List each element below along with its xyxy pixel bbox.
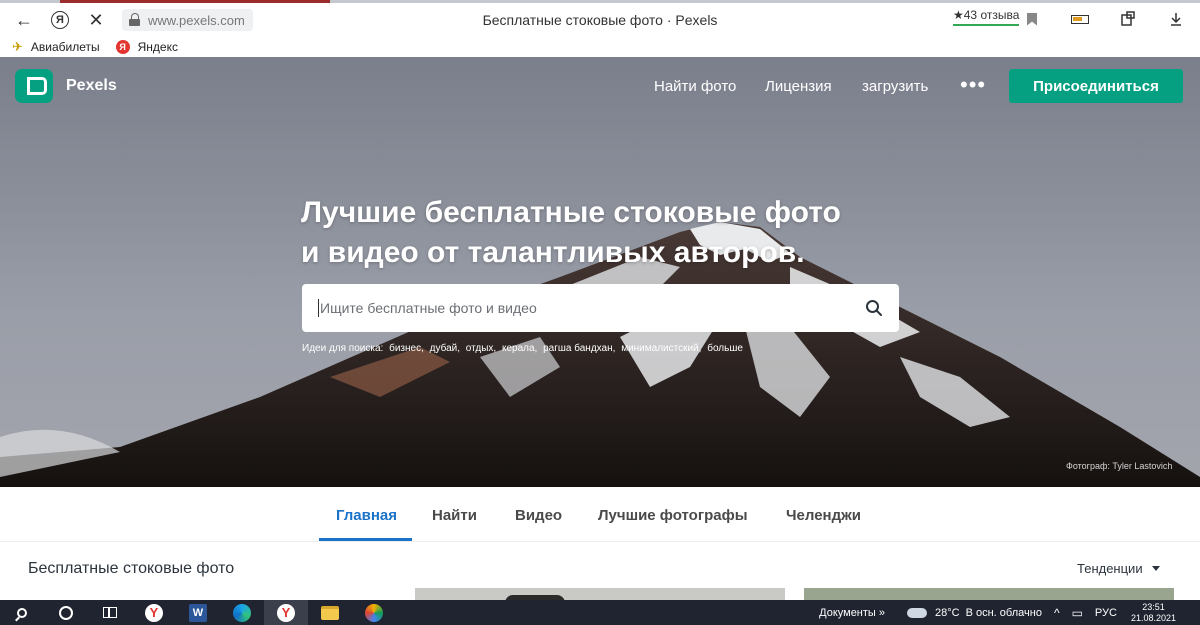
- bookmark-aviabilety[interactable]: ✈ Авиабилеты: [12, 39, 100, 55]
- downloads-button[interactable]: [1152, 6, 1200, 32]
- cortana-button[interactable]: [44, 600, 88, 625]
- site-header: Pexels Найти фото Лицензия загрузить •••…: [0, 69, 1200, 103]
- download-icon: [1171, 13, 1181, 26]
- text-cursor: [318, 299, 319, 317]
- paint-icon: [365, 603, 383, 622]
- yandex-icon: Я: [51, 11, 69, 29]
- nav-upload[interactable]: загрузить: [862, 78, 928, 95]
- extensions-icon: [1121, 11, 1135, 26]
- bookmark-label: Авиабилеты: [30, 40, 100, 54]
- weather-icon: [907, 602, 928, 618]
- battery-button[interactable]: [1056, 6, 1104, 32]
- back-button[interactable]: ←: [6, 5, 42, 35]
- taskbar-edge[interactable]: [220, 600, 264, 625]
- join-button[interactable]: Присоединиться: [1009, 69, 1183, 103]
- search-icon: [17, 607, 27, 618]
- search-ideas: Идеи для поиска: бизнес, дубай, отдых, к…: [302, 343, 746, 354]
- search-input[interactable]: Ищите бесплатные фото и видео: [302, 284, 899, 332]
- taskbar-yandex-active[interactable]: Y: [264, 600, 308, 625]
- language-indicator[interactable]: РУС: [1095, 607, 1117, 619]
- nav-license[interactable]: Лицензия: [765, 78, 832, 95]
- tab-home[interactable]: Главная: [336, 507, 397, 524]
- search-icon[interactable]: [865, 299, 883, 317]
- taskbar-search-button[interactable]: [0, 600, 44, 625]
- pexels-logo-icon: [15, 69, 53, 103]
- yandex-browser-icon: Y: [277, 603, 295, 622]
- tab-discover[interactable]: Найти: [432, 507, 477, 524]
- active-tab-indicator: [319, 538, 412, 541]
- idea-link[interactable]: керала,: [502, 343, 537, 354]
- clock-time: 23:51: [1142, 601, 1165, 612]
- folder-icon: [321, 605, 339, 620]
- idea-link-more[interactable]: больше: [707, 343, 743, 354]
- task-view-button[interactable]: [88, 600, 132, 625]
- photo-credit[interactable]: Фотограф: Tyler Lastovich: [1066, 461, 1172, 471]
- system-tray: Документы » 28°C В осн. облачно ^ ▭ РУС …: [819, 600, 1200, 625]
- airplane-icon: ✈: [12, 39, 23, 54]
- task-view-icon: [103, 607, 117, 618]
- tab-leaderboard[interactable]: Лучшие фотографы: [598, 507, 748, 524]
- idea-link[interactable]: дубай,: [430, 343, 460, 354]
- ideas-label: Идеи для поиска:: [302, 343, 384, 354]
- sort-dropdown[interactable]: Тенденции: [1077, 561, 1160, 576]
- logo-text: Pexels: [66, 77, 117, 94]
- section-title: Бесплатные стоковые фото: [28, 560, 235, 577]
- address-bar[interactable]: www.pexels.com: [122, 9, 253, 31]
- idea-link[interactable]: бизнес,: [389, 343, 424, 354]
- taskbar-word[interactable]: W: [176, 600, 220, 625]
- taskbar-explorer[interactable]: [308, 600, 352, 625]
- tab-challenges[interactable]: Челенджи: [786, 507, 861, 524]
- toolbar-chevron: »: [878, 606, 886, 619]
- taskbar-paint[interactable]: [352, 600, 396, 625]
- section-tabs: Главная Найти Видео Лучшие фотографы Чел…: [0, 487, 1200, 542]
- documents-label: Документы: [819, 606, 876, 619]
- sort-label: Тенденции: [1077, 561, 1143, 576]
- documents-toolbar[interactable]: Документы »: [819, 607, 885, 619]
- hero-headline: Лучшие бесплатные стоковые фото и видео …: [301, 193, 841, 273]
- more-menu-button[interactable]: •••: [960, 72, 986, 98]
- tray-overflow-button[interactable]: ^: [1054, 606, 1060, 620]
- yandex-browser-icon: Y: [145, 603, 163, 622]
- bookmark-yandex[interactable]: Я Яндекс: [115, 40, 178, 54]
- clock[interactable]: 23:51 21.08.2021: [1131, 602, 1176, 624]
- word-icon: W: [189, 603, 207, 622]
- edge-icon: [233, 603, 251, 622]
- yandex-icon: Я: [115, 40, 130, 54]
- bookmarks-bar: ✈ Авиабилеты Я Яндекс: [0, 37, 1200, 57]
- url-text: www.pexels.com: [148, 12, 245, 28]
- nav-find-photos[interactable]: Найти фото: [654, 78, 736, 95]
- network-icon[interactable]: ▭: [1072, 606, 1083, 620]
- idea-link[interactable]: минималистский,: [621, 343, 701, 354]
- taskbar-yandex[interactable]: Y: [132, 600, 176, 625]
- chevron-down-icon: [1151, 566, 1160, 571]
- bookmark-label: Яндекс: [137, 40, 178, 54]
- photo-thumbnail[interactable]: [415, 588, 785, 603]
- bookmark-icon: [1027, 12, 1037, 26]
- battery-icon: [1071, 14, 1089, 24]
- photo-thumbnail[interactable]: [804, 588, 1174, 600]
- cortana-icon: [59, 605, 73, 620]
- tab-videos[interactable]: Видео: [515, 507, 562, 524]
- hero-banner: Pexels Найти фото Лицензия загрузить •••…: [0, 57, 1200, 487]
- yandex-home-button[interactable]: Я: [42, 5, 78, 35]
- windows-taskbar: Y W Y Документы » 28°C В осн. облачно ^ …: [0, 600, 1200, 625]
- headline-line-2: и видео от талантливых авторов.: [301, 236, 805, 269]
- pexels-logo[interactable]: Pexels: [15, 69, 117, 103]
- headline-line-1: Лучшие бесплатные стоковые фото: [301, 196, 841, 229]
- browser-actions: [1008, 6, 1200, 32]
- search-placeholder: Ищите бесплатные фото и видео: [320, 300, 537, 316]
- weather-text[interactable]: В осн. облачно: [966, 607, 1042, 619]
- idea-link[interactable]: отдых,: [466, 343, 496, 354]
- idea-link[interactable]: рагша бандхан,: [543, 343, 615, 354]
- temperature[interactable]: 28°C: [935, 607, 960, 619]
- extensions-button[interactable]: [1104, 6, 1152, 32]
- lock-icon: [128, 13, 142, 27]
- bookmark-button[interactable]: [1008, 6, 1056, 32]
- stop-loading-button[interactable]: ✕: [78, 5, 114, 35]
- clock-date: 21.08.2021: [1130, 612, 1176, 623]
